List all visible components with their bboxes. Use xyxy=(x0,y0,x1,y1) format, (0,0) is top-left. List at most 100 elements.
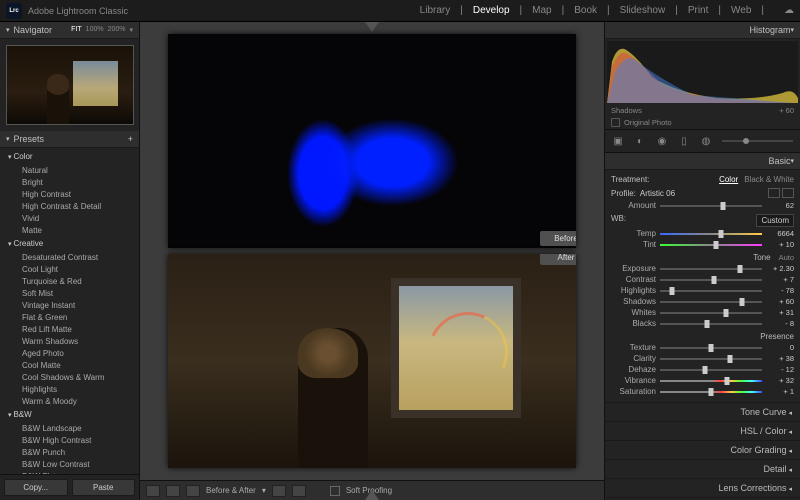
auto-button[interactable]: Auto xyxy=(779,253,794,262)
module-map[interactable]: Map xyxy=(532,5,551,16)
blacks-slider[interactable] xyxy=(660,323,762,325)
compare-view-icon[interactable] xyxy=(166,485,180,497)
module-web[interactable]: Web xyxy=(731,5,751,16)
grid-view-icon[interactable] xyxy=(186,485,200,497)
loupe-view-icon[interactable] xyxy=(146,485,160,497)
preset-item[interactable]: Flat & Green xyxy=(8,312,139,324)
tool-slider[interactable] xyxy=(722,140,793,142)
copy-button[interactable]: Copy... xyxy=(4,479,68,496)
treatment-bw[interactable]: Black & White xyxy=(744,175,794,184)
heal-tool-icon[interactable]: ◐ xyxy=(630,133,650,149)
texture-slider[interactable] xyxy=(660,347,762,349)
contrast-slider[interactable] xyxy=(660,279,762,281)
paste-button[interactable]: Paste xyxy=(72,479,136,496)
preset-item[interactable]: Aged Photo xyxy=(8,348,139,360)
redeye-tool-icon[interactable]: ◉ xyxy=(652,133,672,149)
module-print[interactable]: Print xyxy=(688,5,709,16)
preset-item[interactable]: Turquoise & Red xyxy=(8,276,139,288)
amount-value[interactable]: 62 xyxy=(766,201,794,210)
view-mode-label[interactable]: Before & After xyxy=(206,486,256,495)
clarity-slider[interactable] xyxy=(660,358,762,360)
module-book[interactable]: Book xyxy=(574,5,597,16)
presets-header[interactable]: ▾ Presets + xyxy=(0,131,139,148)
preset-item[interactable]: Cool Shadows & Warm Highlights xyxy=(8,372,139,396)
module-slideshow[interactable]: Slideshow xyxy=(620,5,666,16)
preset-group[interactable]: Creative xyxy=(8,237,139,252)
histogram-header[interactable]: Histogram ▾ xyxy=(605,22,800,39)
texture-value[interactable]: 0 xyxy=(766,343,794,352)
preset-item[interactable]: Vintage Instant xyxy=(8,300,139,312)
highlights-slider[interactable] xyxy=(660,290,762,292)
whites-value[interactable]: + 31 xyxy=(766,308,794,317)
amount-slider[interactable] xyxy=(660,205,762,207)
highlights-value[interactable]: - 78 xyxy=(766,286,794,295)
vibrance-slider[interactable] xyxy=(660,380,762,382)
dehaze-slider[interactable] xyxy=(660,369,762,371)
before-photo[interactable]: Before xyxy=(168,34,576,248)
after-photo[interactable]: After xyxy=(168,254,576,468)
plus-icon[interactable]: + xyxy=(128,134,133,144)
preset-item[interactable]: Desaturated Contrast xyxy=(8,252,139,264)
navigator-header[interactable]: ▾ Navigator FIT 100% 200% ▾ xyxy=(0,22,139,39)
navigator-thumbnail[interactable] xyxy=(0,39,139,131)
zoom-picker[interactable]: FIT 100% 200% ▾ xyxy=(71,26,133,34)
collapsed-panel-hsl-color[interactable]: HSL / Color xyxy=(605,421,800,440)
tint-value[interactable]: + 10 xyxy=(766,240,794,249)
module-library[interactable]: Library xyxy=(420,5,451,16)
preset-item[interactable]: Red Lift Matte xyxy=(8,324,139,336)
crop-tool-icon[interactable]: ▣ xyxy=(608,133,628,149)
chevron-down-icon[interactable]: ▾ xyxy=(129,26,133,34)
temp-slider[interactable] xyxy=(660,233,762,235)
blacks-value[interactable]: - 8 xyxy=(766,319,794,328)
preset-item[interactable]: B&W High Contrast xyxy=(8,435,139,447)
mask-tool-icon[interactable]: ▯ xyxy=(674,133,694,149)
vibrance-value[interactable]: + 32 xyxy=(766,376,794,385)
profile-prev-icon[interactable] xyxy=(768,188,780,198)
histogram-display[interactable] xyxy=(607,41,798,103)
preset-item[interactable]: Warm Shadows xyxy=(8,336,139,348)
temp-value[interactable]: 6664 xyxy=(766,229,794,238)
profile-name[interactable]: Artistic 06 xyxy=(640,189,675,198)
preset-item[interactable]: High Contrast & Detail xyxy=(8,201,139,213)
cloud-sync-icon[interactable]: ☁ xyxy=(784,5,794,16)
shadows-value[interactable]: + 60 xyxy=(766,297,794,306)
saturation-value[interactable]: + 1 xyxy=(766,387,794,396)
preset-item[interactable]: B&W Landscape xyxy=(8,423,139,435)
preset-item[interactable]: Warm & Moody xyxy=(8,396,139,408)
basic-header[interactable]: Basic ▾ xyxy=(605,153,800,170)
preset-item[interactable]: Vivid xyxy=(8,213,139,225)
preset-item[interactable]: B&W Punch xyxy=(8,447,139,459)
preset-item[interactable]: B&W Low Contrast xyxy=(8,459,139,471)
preset-list[interactable]: ColorNaturalBrightHigh ContrastHigh Cont… xyxy=(0,148,139,474)
treatment-color[interactable]: Color xyxy=(719,175,738,184)
preset-item[interactable]: High Contrast xyxy=(8,189,139,201)
swap-icon[interactable] xyxy=(272,485,286,497)
preset-group[interactable]: Color xyxy=(8,150,139,165)
original-photo-checkbox[interactable] xyxy=(611,118,620,127)
preset-group[interactable]: B&W xyxy=(8,408,139,423)
preset-item[interactable]: Soft Mist xyxy=(8,288,139,300)
shadows-slider[interactable] xyxy=(660,301,762,303)
dehaze-value[interactable]: - 12 xyxy=(766,365,794,374)
module-develop[interactable]: Develop xyxy=(473,5,510,16)
exposure-slider[interactable] xyxy=(660,268,762,270)
tint-slider[interactable] xyxy=(660,244,762,246)
chevron-down-icon[interactable]: ▾ xyxy=(262,486,266,495)
soft-proofing-checkbox[interactable] xyxy=(330,486,340,496)
grad-tool-icon[interactable]: ◍ xyxy=(696,133,716,149)
collapsed-panel-detail[interactable]: Detail xyxy=(605,459,800,478)
wb-select[interactable]: Custom xyxy=(756,214,794,227)
profile-browser-icon[interactable] xyxy=(782,188,794,198)
exposure-value[interactable]: + 2.30 xyxy=(766,264,794,273)
collapsed-panel-color-grading[interactable]: Color Grading xyxy=(605,440,800,459)
collapsed-panel-tone-curve[interactable]: Tone Curve xyxy=(605,402,800,421)
preset-item[interactable]: Matte xyxy=(8,225,139,237)
preset-item[interactable]: Cool Matte xyxy=(8,360,139,372)
preset-item[interactable]: Natural xyxy=(8,165,139,177)
clarity-value[interactable]: + 38 xyxy=(766,354,794,363)
whites-slider[interactable] xyxy=(660,312,762,314)
collapsed-panel-lens-corrections[interactable]: Lens Corrections xyxy=(605,478,800,497)
copy-settings-icon[interactable] xyxy=(292,485,306,497)
contrast-value[interactable]: + 7 xyxy=(766,275,794,284)
preset-item[interactable]: Bright xyxy=(8,177,139,189)
